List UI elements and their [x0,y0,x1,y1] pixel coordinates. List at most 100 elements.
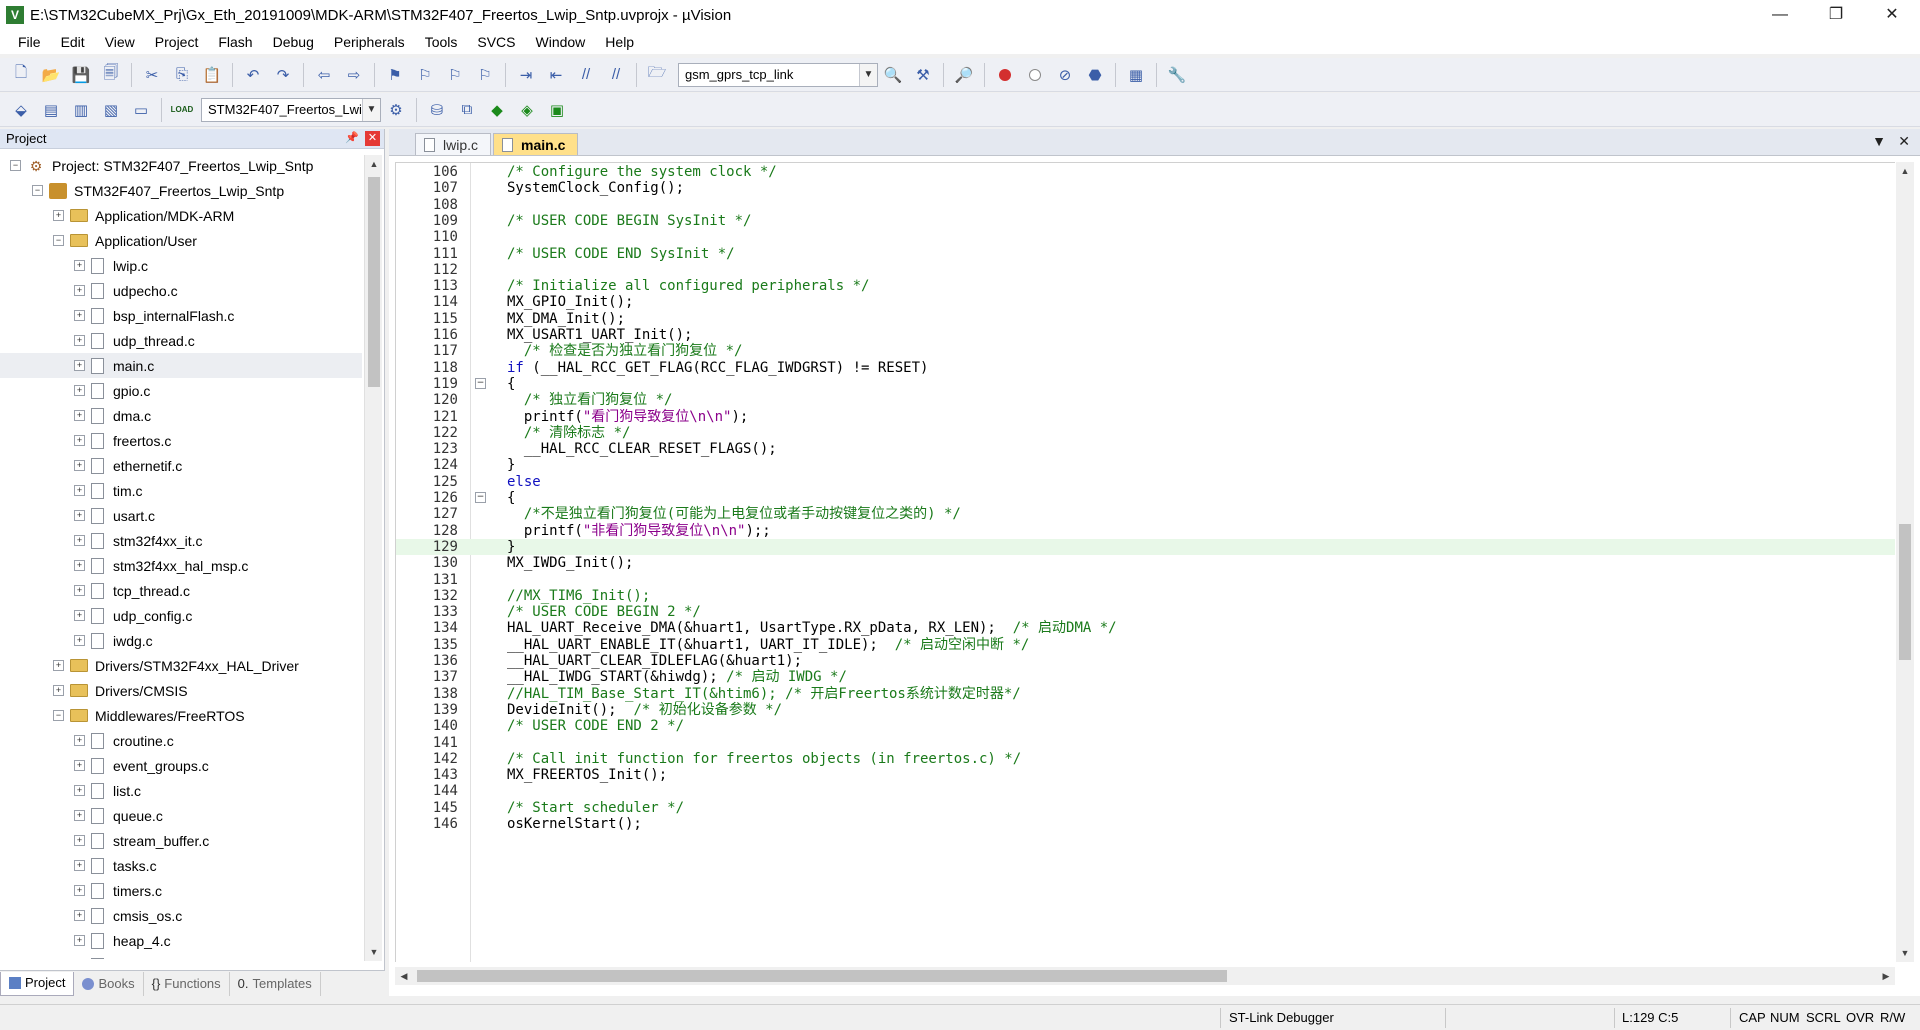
expand-icon[interactable]: + [74,335,85,346]
debug-session-icon[interactable]: 🔎 [951,62,977,88]
collapse-icon[interactable]: − [53,710,64,721]
tree-project[interactable]: − ⚙ Project: STM32F407_Freertos_Lwip_Sntp [0,153,362,178]
scroll-thumb[interactable] [1899,524,1911,660]
code-line[interactable]: 136 __HAL_UART_CLEAR_IDLEFLAG(&huart1); [396,653,1895,669]
code-line[interactable]: 119 − { [396,376,1895,392]
code-line[interactable]: 141 [396,735,1895,751]
tree-file[interactable]: + udp_thread.c [0,328,362,353]
tree-file[interactable]: + list.c [0,778,362,803]
tree-file[interactable]: + lwip.c [0,253,362,278]
indent-icon[interactable]: ⇥ [513,62,539,88]
code-line[interactable]: 123 __HAL_RCC_CLEAR_RESET_FLAGS(); [396,441,1895,457]
tree-folder[interactable]: − Middlewares/FreeRTOS [0,703,362,728]
expand-icon[interactable]: + [74,510,85,521]
code-line[interactable]: 120 /* 独立看门狗复位 */ [396,392,1895,408]
menu-edit[interactable]: Edit [51,30,95,54]
scroll-down-icon[interactable]: ▼ [365,943,383,961]
tree-file[interactable]: + usart.c [0,503,362,528]
insert-breakpoint-icon[interactable] [992,62,1018,88]
tab-templates[interactable]: 0. Templates [230,971,321,996]
code-line[interactable]: 143 MX_FREERTOS_Init(); [396,767,1895,783]
batch-build-icon[interactable]: ▧ [98,97,124,123]
paste-icon[interactable]: 📋 [199,62,225,88]
tree-file[interactable]: + dma.c [0,403,362,428]
code-line[interactable]: 140 /* USER CODE END 2 */ [396,718,1895,734]
prev-bookmark-icon[interactable]: ⚐ [412,62,438,88]
expand-icon[interactable]: + [53,210,64,221]
enable-breakpoint-icon[interactable] [1022,62,1048,88]
expand-icon[interactable]: + [74,435,85,446]
expand-icon[interactable]: + [74,810,85,821]
expand-icon[interactable]: + [74,460,85,471]
expand-icon[interactable]: + [74,385,85,396]
close-panel-icon[interactable]: ✕ [365,131,380,146]
uncomment-icon[interactable]: // [603,62,629,88]
scroll-down-icon[interactable]: ▼ [1896,944,1914,962]
incremental-find-icon[interactable]: ⚒ [910,62,936,88]
menu-project[interactable]: Project [145,30,209,54]
tree-file[interactable]: + freertos.c [0,428,362,453]
expand-icon[interactable]: + [74,885,85,896]
tree-file[interactable]: + cmsis_os.c [0,903,362,928]
expand-icon[interactable]: + [74,310,85,321]
code-line[interactable]: 138 //HAL_TIM_Base_Start_IT(&htim6); /* 开… [396,686,1895,702]
code-line[interactable]: 113 /* Initialize all configured peripher… [396,278,1895,294]
file-extensions-icon[interactable]: ⧉ [454,97,480,123]
menu-window[interactable]: Window [526,30,596,54]
copy-icon[interactable]: ⎘ [169,62,195,88]
expand-icon[interactable]: + [74,285,85,296]
fold-collapse-icon[interactable]: − [475,377,486,389]
code-line[interactable]: 110 [396,229,1895,245]
translate-icon[interactable]: ⬙ [8,97,34,123]
expand-icon[interactable]: + [74,410,85,421]
tree-file[interactable]: + tim.c [0,478,362,503]
tree-folder[interactable]: + Drivers/STM32F4xx_HAL_Driver [0,653,362,678]
manage-components-icon[interactable]: ⛁ [424,97,450,123]
code-line[interactable]: 133 /* USER CODE BEGIN 2 */ [396,604,1895,620]
kill-breakpoints-icon[interactable]: ⬣ [1082,62,1108,88]
expand-icon[interactable]: + [53,660,64,671]
menu-svcs[interactable]: SVCS [467,30,525,54]
tab-list-chevron-icon[interactable]: ▼ [1872,133,1886,149]
tree-file[interactable]: + croutine.c [0,728,362,753]
code-line[interactable]: 111 /* USER CODE END SysInit */ [396,246,1895,262]
menu-view[interactable]: View [95,30,145,54]
tree-file[interactable]: + bsp_internalFlash.c [0,303,362,328]
code-line[interactable]: 128 printf("非看门狗导致复位\n\n");; [396,523,1895,539]
code-line[interactable]: 134 HAL_UART_Receive_DMA(&huart1, UsartTy… [396,620,1895,636]
code-line[interactable]: 132 //MX_TIM6_Init(); [396,588,1895,604]
code-line[interactable]: 129} [396,538,1895,555]
collapse-icon[interactable]: − [10,160,21,171]
pin-icon[interactable]: 📌 [345,131,359,146]
code-line[interactable]: 108 [396,197,1895,213]
code-line[interactable]: 126 − { [396,490,1895,506]
code-line[interactable]: 124} [396,457,1895,473]
code-line[interactable]: 116 MX_USART1_UART_Init(); [396,327,1895,343]
expand-icon[interactable]: + [74,910,85,921]
tab-functions[interactable]: {} Functions [144,971,230,996]
code-line[interactable]: 127 /*不是独立看门狗复位(可能为上电复位或者手动按键复位之类的) */ [396,506,1895,522]
tree-file[interactable]: + timers.c [0,878,362,903]
tree-file[interactable]: + iwdg.c [0,628,362,653]
find-icon[interactable]: 🔍 [880,62,906,88]
restore-button[interactable]: ❐ [1808,0,1864,30]
cut-icon[interactable]: ✂ [139,62,165,88]
collapse-icon[interactable]: − [53,235,64,246]
open-folder-icon[interactable]: 📂 [38,62,64,88]
tab-lwip-c[interactable]: lwip.c [415,133,492,155]
rebuild-icon[interactable]: ▥ [68,97,94,123]
unindent-icon[interactable]: ⇤ [543,62,569,88]
menu-tools[interactable]: Tools [415,30,468,54]
bookmark-icon[interactable]: ⚑ [382,62,408,88]
tree-file[interactable]: + gpio.c [0,378,362,403]
code-line[interactable]: 106 /* Configure the system clock */ [396,164,1895,180]
scroll-right-icon[interactable]: ▶ [1877,967,1895,985]
redo-icon[interactable]: ↷ [270,62,296,88]
code-line[interactable]: 118 if (__HAL_RCC_GET_FLAG(RCC_FLAG_IWDGR… [396,360,1895,376]
expand-icon[interactable]: + [74,585,85,596]
expand-icon[interactable]: + [74,485,85,496]
tree-file[interactable]: + ethernetif.c [0,453,362,478]
scroll-left-icon[interactable]: ◀ [395,967,413,985]
code-line[interactable]: 146 osKernelStart(); [396,816,1895,832]
tree-file[interactable]: + stm32f4xx_hal_msp.c [0,553,362,578]
